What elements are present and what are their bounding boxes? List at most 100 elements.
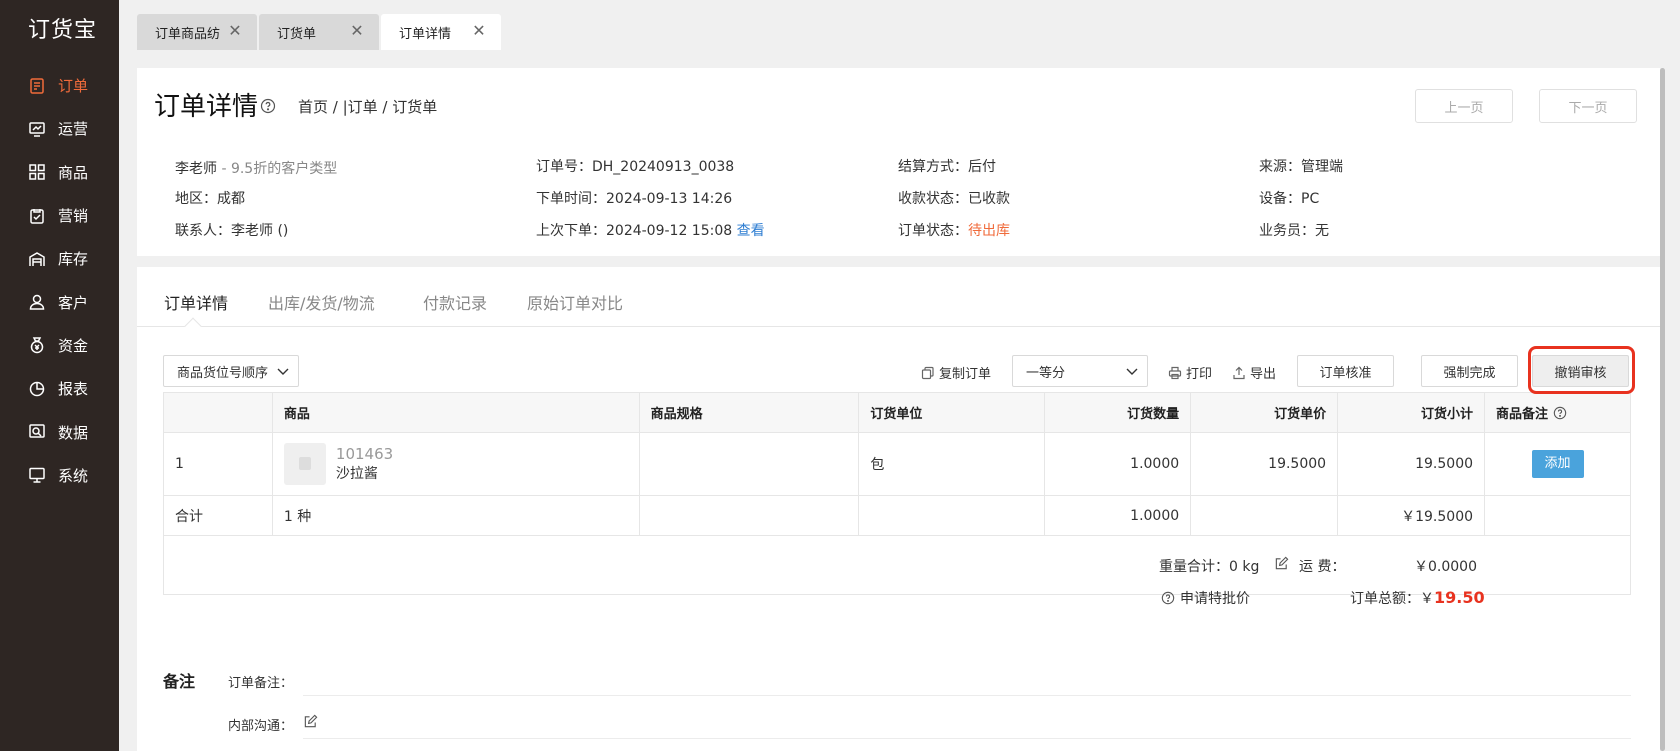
product-name: 沙拉酱 <box>335 466 378 482</box>
revoke-review-highlight <box>1528 346 1635 394</box>
copy-order-button[interactable]: 复制订单 <box>921 363 991 382</box>
sidebar-item-marketing[interactable]: 营销 <box>0 194 119 237</box>
sidebar-item-funds[interactable]: 资金 <box>0 324 119 367</box>
operations-icon <box>28 120 46 138</box>
page-tab-order-detail[interactable]: 订单详情 ✕ <box>381 14 501 50</box>
report-icon <box>28 380 46 398</box>
special-price-link[interactable]: 申请特批价 <box>1161 588 1250 608</box>
edit-icon[interactable] <box>1274 556 1289 575</box>
section-divider <box>137 256 1660 267</box>
active-tab-indicator <box>184 317 202 335</box>
order-status: 订单状态：待出库 <box>898 220 1010 240</box>
sidebar-item-orders[interactable]: 订单 <box>0 64 119 107</box>
grade-select[interactable]: 一等分 <box>1012 355 1148 387</box>
chevron-down-icon <box>276 364 290 378</box>
force-complete-button[interactable]: 强制完成 <box>1421 355 1518 387</box>
prev-page-button[interactable]: 上一页 <box>1415 89 1513 123</box>
sidebar-item-system[interactable]: 系统 <box>0 454 119 497</box>
sidebar-item-label: 运营 <box>58 120 89 139</box>
freight-value: ￥0.0000 <box>1414 559 1477 575</box>
order-summary <box>163 501 1631 595</box>
next-page-button[interactable]: 下一页 <box>1539 89 1637 123</box>
export-button[interactable]: 导出 <box>1232 363 1276 382</box>
data-icon <box>28 423 46 441</box>
sidebar-item-products[interactable]: 商品 <box>0 151 119 194</box>
column-header-remark: 商品备注 <box>1484 392 1631 433</box>
internal-comm-label: 内部沟通： <box>228 719 294 734</box>
special-price-label: 申请特批价 <box>1180 591 1250 607</box>
close-icon[interactable]: ✕ <box>227 23 243 39</box>
edit-icon[interactable] <box>303 714 318 733</box>
order-remark-field[interactable] <box>303 695 1631 696</box>
help-icon[interactable] <box>260 98 276 114</box>
column-header: 订货单位 <box>858 392 1046 433</box>
payment-status: 收款状态：已收款 <box>898 191 1010 207</box>
view-last-order-link[interactable]: 查看 <box>737 223 765 239</box>
funds-icon <box>28 336 46 354</box>
add-remark-button[interactable]: 添加 <box>1531 450 1584 478</box>
sort-order-select[interactable]: 商品货位号顺序 <box>163 355 299 387</box>
product-code: 101463 <box>335 445 394 463</box>
order-total: 订单总额：￥19.50 <box>1350 588 1485 608</box>
close-icon[interactable]: ✕ <box>349 23 365 39</box>
order-icon <box>28 77 46 95</box>
column-header-label: 商品备注 <box>1496 407 1549 422</box>
sidebar-nav: 订单 运营 商品 营销 库存 客户 资金 报表 数据 系统 <box>0 64 119 497</box>
print-button[interactable]: 打印 <box>1168 363 1212 382</box>
region: 地区：成都 <box>175 191 245 207</box>
freight-label: 运 费： <box>1299 559 1346 575</box>
copy-icon <box>921 366 934 379</box>
remarks-title: 备注 <box>163 672 196 691</box>
sidebar-item-label: 客户 <box>58 293 89 312</box>
tab-order-detail[interactable]: 订单详情 <box>164 290 228 314</box>
weight-total: 重量合计：0 kg <box>1159 559 1260 575</box>
line-subtotal: 19.5000 <box>1337 432 1486 496</box>
column-header: 订货单价 <box>1190 392 1339 433</box>
sidebar-item-inventory[interactable]: 库存 <box>0 237 119 280</box>
page-tab-label: 订单商品纺 <box>155 26 221 42</box>
grade-value: 一等分 <box>1026 365 1066 381</box>
order-time: 下单时间：2024-09-13 14:26 <box>536 191 733 207</box>
breadcrumb[interactable]: 首页 / |订单 / 订货单 <box>298 96 437 117</box>
export-label: 导出 <box>1250 367 1277 382</box>
verify-order-button[interactable]: 订单核准 <box>1297 355 1394 387</box>
device: 设备：PC <box>1259 191 1320 207</box>
page-tab-label: 订货单 <box>277 26 317 42</box>
sidebar-item-operations[interactable]: 运营 <box>0 107 119 150</box>
sidebar-item-label: 数据 <box>58 423 89 442</box>
order-status-label: 订单状态： <box>898 223 968 239</box>
sidebar-item-reports[interactable]: 报表 <box>0 367 119 410</box>
order-qty: 1.0000 <box>1044 432 1192 496</box>
last-order: 上次下单：2024-09-12 15:08 查看 <box>536 220 765 240</box>
customer-info: 李老师 - 9.5折的客户类型 <box>175 158 337 178</box>
page-tab-purchase-order[interactable]: 订货单 ✕ <box>259 14 379 50</box>
sidebar-item-customers[interactable]: 客户 <box>0 280 119 323</box>
tab-shipping-logistics[interactable]: 出库/发货/物流 <box>268 290 375 314</box>
table-row: 1 101463 沙拉酱 包 1.0000 19.5000 19.5000 添加 <box>163 432 1631 496</box>
upload-icon <box>1233 366 1245 379</box>
order-number: 订单号：DH_20240913_0038 <box>536 159 735 175</box>
sidebar-item-data[interactable]: 数据 <box>0 410 119 453</box>
system-icon <box>28 466 46 484</box>
order-total-value: 19.50 <box>1434 588 1485 607</box>
table-header-row: 商品 商品规格 订货单位 订货数量 订货单价 订货小计 商品备注 <box>163 392 1631 433</box>
scrollbar[interactable] <box>1660 68 1665 751</box>
main-panel: 订单详情 首页 / |订单 / 订货单 上一页 下一页 李老师 - 9.5折的客… <box>137 68 1660 751</box>
source: 来源：管理端 <box>1259 159 1343 175</box>
tab-original-order-compare[interactable]: 原始订单对比 <box>527 290 623 314</box>
column-header: 订货数量 <box>1044 392 1192 433</box>
close-icon[interactable]: ✕ <box>471 23 487 39</box>
product-cell: 101463 沙拉酱 <box>271 432 640 496</box>
column-header: 商品 <box>271 392 640 433</box>
internal-comm-field[interactable] <box>303 738 1631 739</box>
tab-payment-records[interactable]: 付款记录 <box>423 290 487 314</box>
sidebar-item-label: 资金 <box>58 336 89 355</box>
sidebar-item-label: 报表 <box>58 380 89 399</box>
product-spec <box>638 432 860 496</box>
page-tab-label: 订单详情 <box>399 26 452 42</box>
order-unit: 包 <box>858 432 1046 496</box>
order-status-value: 待出库 <box>968 223 1010 239</box>
sidebar-item-label: 库存 <box>58 250 89 269</box>
help-icon[interactable] <box>1553 406 1567 420</box>
page-tab-order-goods[interactable]: 订单商品纺 ✕ <box>137 14 257 50</box>
